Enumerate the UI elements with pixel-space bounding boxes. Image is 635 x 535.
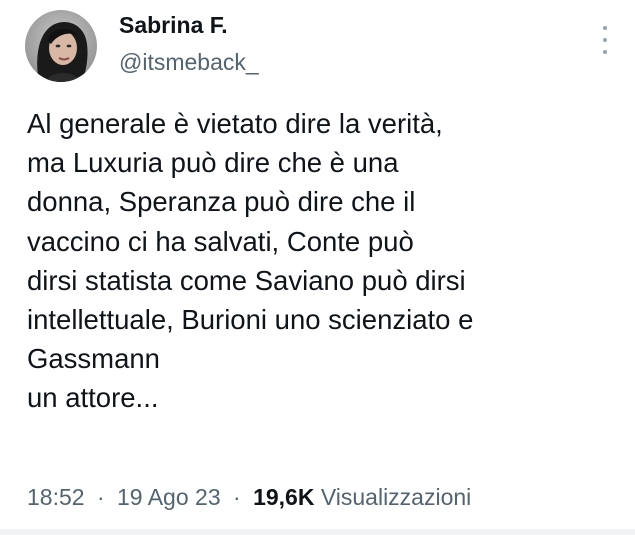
- user-handle[interactable]: @itsmeback_: [119, 46, 259, 78]
- tweet-card: Sabrina F. @itsmeback_ Al generale è vie…: [0, 0, 635, 535]
- divider: [0, 529, 635, 535]
- tweet-time[interactable]: 18:52: [27, 484, 85, 510]
- tweet-text-line: dirsi statista come Saviano può dirsi: [27, 264, 466, 296]
- avatar[interactable]: [25, 10, 97, 82]
- tweet-text-line: intellettuale, Burioni uno scienziato e: [27, 304, 474, 336]
- tweet-text: Al generale è vietato dire la verità, ma…: [27, 104, 617, 418]
- meta-separator: ·: [233, 484, 241, 510]
- tweet-text-line: Al generale è vietato dire la verità,: [27, 108, 443, 139]
- tweet-text-line: ma Luxuria può dire che è una: [27, 147, 399, 179]
- more-dot: [603, 26, 607, 30]
- tweet-text-line: donna, Speranza può dire che il: [27, 186, 416, 218]
- tweet-meta: 18:52 · 19 Ago 23 · 19,6K Visualizzazion…: [27, 481, 471, 513]
- display-name[interactable]: Sabrina F.: [119, 10, 259, 40]
- more-dot: [603, 38, 607, 42]
- more-dot: [603, 50, 607, 54]
- meta-separator: ·: [96, 484, 105, 510]
- tweet-text-line: Gassmann: [27, 343, 160, 375]
- user-info: Sabrina F. @itsmeback_: [119, 10, 259, 78]
- views-count[interactable]: 19,6K: [253, 484, 314, 510]
- tweet-text-line: un attore...: [27, 382, 159, 414]
- tweet-text-line: vaccino ci ha salvati, Conte può: [27, 225, 414, 257]
- avatar-image: [25, 10, 97, 82]
- more-vertical-icon[interactable]: [595, 26, 615, 54]
- views-label[interactable]: Visualizzazioni: [321, 484, 471, 510]
- tweet-date[interactable]: 19 Ago 23: [117, 484, 221, 510]
